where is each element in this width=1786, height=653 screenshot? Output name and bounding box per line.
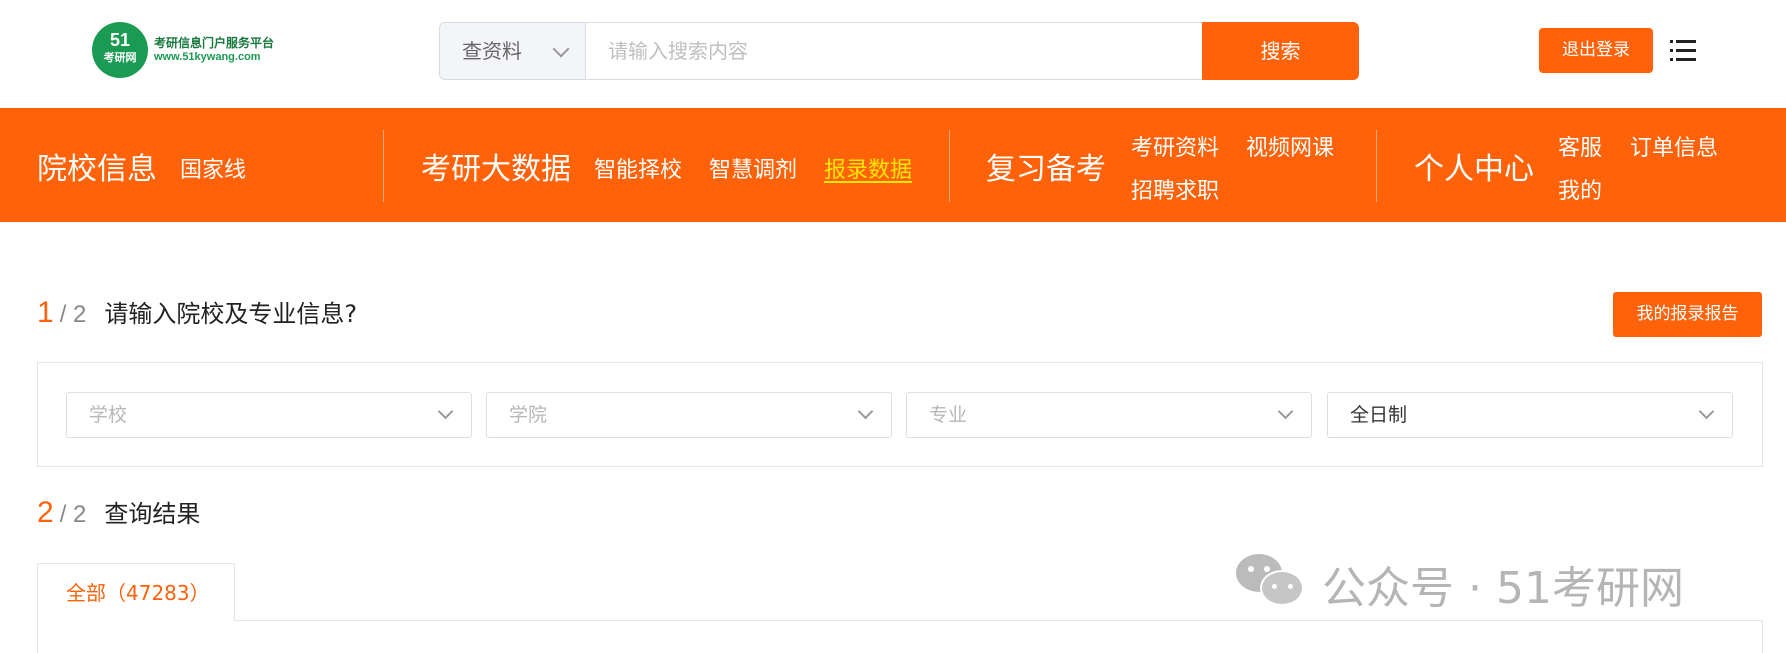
nav-divider [383, 130, 384, 202]
college-select-placeholder: 学院 [509, 404, 548, 426]
college-select[interactable]: 学院 [486, 392, 892, 438]
nav-link-jobs[interactable]: 招聘求职 [1131, 173, 1219, 205]
step-2-title: 2/ 2 查询结果 [37, 494, 200, 530]
main-nav: 院校信息 国家线 考研大数据 智能择校 智慧调剂 报录数据 复习备考 考研资料 … [0, 108, 1786, 222]
study-mode-select[interactable]: 全日制 [1327, 392, 1733, 438]
search-bar: 查资料 搜索 [439, 22, 1359, 80]
logo-number: 51 [109, 30, 131, 50]
nav-divider [949, 130, 950, 202]
search-type-select[interactable]: 查资料 [439, 22, 585, 80]
logo-badge: 51 考研网 [92, 22, 148, 78]
nav-link-smart-adjust[interactable]: 智慧调剂 [709, 152, 797, 184]
logo-domain: www.51kywang.com [154, 51, 261, 63]
menu-list-icon[interactable] [1670, 40, 1696, 62]
major-select-placeholder: 专业 [929, 404, 968, 426]
logout-button[interactable]: 退出登录 [1539, 28, 1653, 73]
watermark-text: 公众号 · 51考研网 [1322, 563, 1684, 614]
step-total: / 2 [59, 301, 87, 328]
search-button[interactable]: 搜索 [1202, 22, 1359, 80]
logo-name: 考研网 [103, 51, 137, 64]
nav-title-personal[interactable]: 个人中心 [1414, 144, 1534, 188]
search-input[interactable] [585, 22, 1203, 80]
nav-title-bigdata[interactable]: 考研大数据 [421, 144, 571, 188]
chevron-down-icon [437, 403, 454, 420]
step-1-title: 1/ 2 请输入院校及专业信息? [37, 294, 357, 330]
nav-link-orders[interactable]: 订单信息 [1630, 130, 1718, 162]
major-select[interactable]: 专业 [906, 392, 1312, 438]
my-report-button[interactable]: 我的报录报告 [1613, 292, 1762, 337]
step-number: 1 [37, 296, 54, 329]
filter-panel: 学校 学院 专业 全日制 [37, 362, 1763, 467]
nav-link-mine[interactable]: 我的 [1558, 173, 1602, 205]
tab-all[interactable]: 全部（47283） [37, 563, 235, 621]
step-label: 查询结果 [104, 500, 201, 528]
nav-title-schools[interactable]: 院校信息 [37, 144, 157, 188]
nav-link-service[interactable]: 客服 [1558, 130, 1602, 162]
nav-link-smart-school[interactable]: 智能择校 [594, 152, 682, 184]
school-select[interactable]: 学校 [66, 392, 472, 438]
search-type-value: 查资料 [462, 39, 522, 63]
nav-link-admission-data[interactable]: 报录数据 [824, 152, 912, 184]
chevron-down-icon [552, 40, 570, 58]
step-number: 2 [37, 496, 54, 529]
step-label: 请输入院校及专业信息? [104, 300, 358, 328]
nav-divider [1376, 130, 1377, 202]
results-panel [37, 620, 1763, 653]
nav-title-review[interactable]: 复习备考 [986, 144, 1106, 188]
logo-tagline: 考研信息门户服务平台 [154, 36, 275, 50]
chevron-down-icon [1277, 403, 1294, 420]
nav-link-materials[interactable]: 考研资料 [1131, 130, 1219, 162]
top-header: 51 考研网 考研信息门户服务平台 www.51kywang.com 查资料 搜… [0, 0, 1786, 108]
chevron-down-icon [1698, 403, 1715, 420]
step-total: / 2 [59, 501, 87, 528]
nav-link-national-line[interactable]: 国家线 [180, 152, 246, 184]
chevron-down-icon [857, 403, 874, 420]
site-logo[interactable]: 51 考研网 考研信息门户服务平台 www.51kywang.com [92, 22, 292, 82]
school-select-placeholder: 学校 [89, 404, 128, 426]
study-mode-value: 全日制 [1350, 404, 1408, 426]
nav-link-video-courses[interactable]: 视频网课 [1246, 130, 1334, 162]
wechat-icon [1236, 550, 1308, 610]
